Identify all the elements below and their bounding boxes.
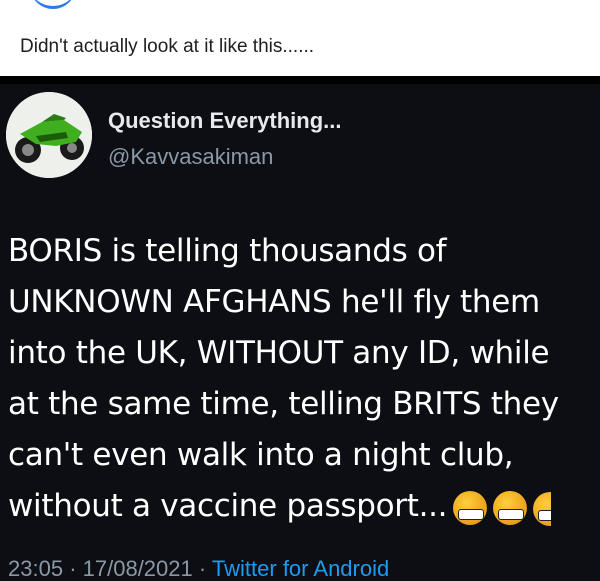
tweet-author: Question Everything... @Kavvasakiman <box>108 108 341 170</box>
profile-picture-edge <box>30 0 76 9</box>
tweet-line: BORIS is telling thousands of <box>8 233 447 269</box>
tweet-line: can't even walk into a night club, <box>8 437 514 473</box>
cursing-face-icon <box>453 491 488 525</box>
display-name[interactable]: Question Everything... <box>108 108 341 134</box>
cursing-face-icon <box>533 492 552 526</box>
tweet-date: 17/08/2021 <box>82 556 193 581</box>
divider <box>0 76 600 84</box>
emoji-clip <box>533 483 552 534</box>
tweet-time: 23:05 <box>8 556 64 581</box>
tweet-source-link[interactable]: Twitter for Android <box>212 556 389 581</box>
avatar[interactable] <box>6 92 92 178</box>
tweet-line: into the UK, WITHOUT any ID, while <box>8 335 550 371</box>
tweet-text: BORIS is telling thousands of UNKNOWN AF… <box>8 226 600 534</box>
motorcycle-icon <box>6 92 92 178</box>
tweet-line: at the same time, telling BRITS they <box>8 386 559 422</box>
tweet-metadata: 23:05 · 17/08/2021 · Twitter for Android <box>8 556 389 581</box>
tweet-line-text: without a vaccine passport... <box>8 488 448 524</box>
tweet-screenshot: Question Everything... @Kavvasakiman BOR… <box>0 76 600 581</box>
separator: · <box>69 556 77 581</box>
tweet-line-last: without a vaccine passport... <box>8 481 600 534</box>
emoji-group <box>453 482 552 534</box>
post-caption: Didn't actually look at it like this....… <box>20 36 315 57</box>
tweet-line: UNKNOWN AFGHANS he'll fly them <box>8 284 540 320</box>
user-handle[interactable]: @Kavvasakiman <box>108 144 341 170</box>
separator: · <box>198 556 207 581</box>
cursing-face-icon <box>493 491 528 525</box>
